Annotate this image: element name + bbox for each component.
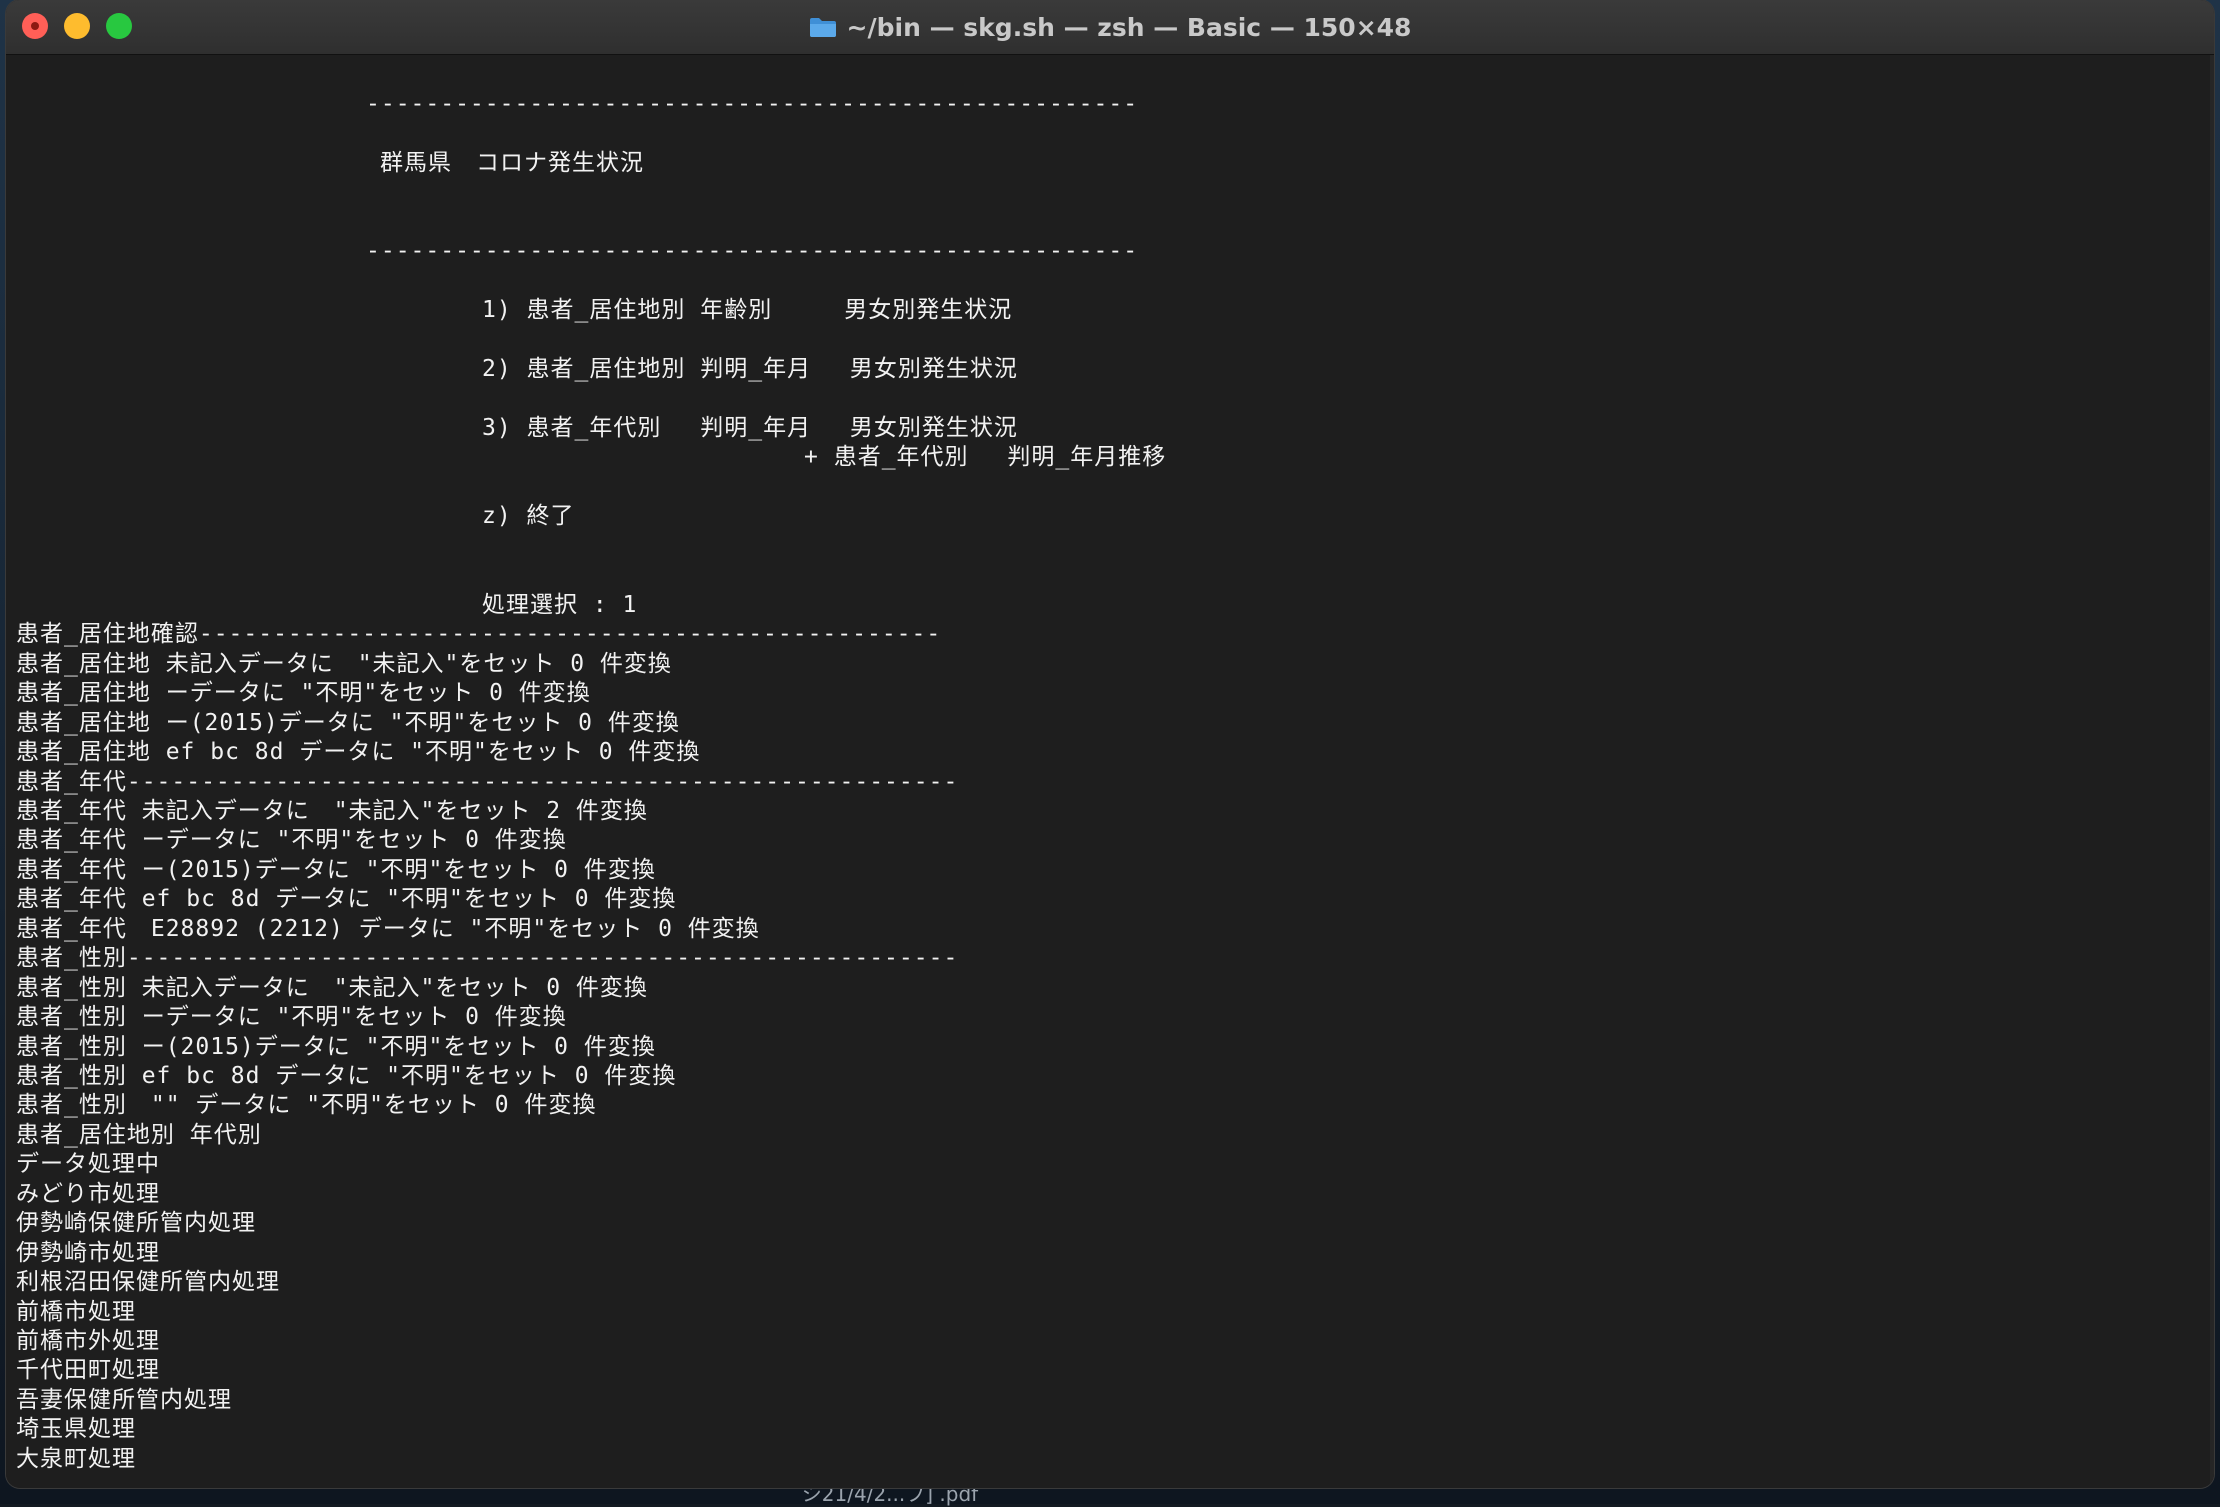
output-line: 埼玉県処理 [16, 1416, 136, 1442]
title-group: ~/bin — skg.sh — zsh — Basic — 150×48 [6, 0, 2214, 54]
output-line: みどり市処理 [16, 1181, 160, 1207]
output-line: データ処理中 [16, 1151, 160, 1177]
output-line: 患者_居住地 ef bc 8d データに "不明"をセット 0 件変換 [16, 739, 701, 765]
output-line: 患者_居住地 未記入データに "未記入"をセット 0 件変換 [16, 651, 672, 677]
output-line: 前橋市処理 [16, 1299, 136, 1325]
window-title: ~/bin — skg.sh — zsh — Basic — 150×48 [846, 12, 1412, 42]
output-line: 大泉町処理 [16, 1446, 136, 1472]
output-line: 患者_性別 ー(2015)データに "不明"をセット 0 件変換 [16, 1034, 656, 1060]
output-line: 吾妻保健所管内処理 [16, 1387, 232, 1413]
output-line: 患者_性別-----------------------------------… [16, 945, 959, 971]
output-line: 患者_居住地確認--------------------------------… [16, 621, 942, 647]
terminal-output[interactable]: ----------------------------------------… [6, 55, 2214, 1488]
output-line: 患者_年代 E28892 (2212) データに "不明"をセット 0 件変換 [16, 916, 760, 942]
output-line: 患者_居住地 ーデータに "不明"をセット 0 件変換 [16, 680, 591, 706]
output-line: 伊勢崎保健所管内処理 [16, 1210, 256, 1236]
output-line: 患者_居住地別 年代別 [16, 1122, 262, 1148]
terminal-scroll-edge[interactable] [2210, 55, 2214, 1488]
selection-prompt: 処理選択 : 1 [482, 592, 638, 618]
output-line: 前橋市外処理 [16, 1328, 160, 1354]
menu-title: 群馬県 コロナ発生状況 [380, 150, 644, 176]
output-line: 利根沼田保健所管内処理 [16, 1269, 280, 1295]
menu-option-3-continued: + 患者_年代別 判明_年月推移 [804, 444, 1167, 470]
output-line: 患者_性別 ーデータに "不明"をセット 0 件変換 [16, 1004, 567, 1030]
menu-option-2: 2) 患者_居住地別 判明_年月 男女別発生状況 [482, 356, 1018, 382]
menu-option-exit: z) 終了 [482, 503, 575, 529]
output-line: 患者_性別 未記入データに "未記入"をセット 0 件変換 [16, 975, 648, 1001]
folder-icon [809, 16, 837, 38]
output-line: 伊勢崎市処理 [16, 1240, 160, 1266]
output-line: 患者_年代 ーデータに "不明"をセット 0 件変換 [16, 827, 567, 853]
output-line: 患者_年代-----------------------------------… [16, 769, 959, 795]
menu-separator-bottom: ----------------------------------------… [366, 238, 1139, 264]
output-line: 患者_性別 ef bc 8d データに "不明"をセット 0 件変換 [16, 1063, 677, 1089]
output-line: 患者_性別 "" データに "不明"をセット 0 件変換 [16, 1092, 597, 1118]
output-line: 患者_居住地 ー(2015)データに "不明"をセット 0 件変換 [16, 710, 680, 736]
output-line: 患者_年代 ー(2015)データに "不明"をセット 0 件変換 [16, 857, 656, 883]
menu-option-1: 1) 患者_居住地別 年齢別 男女別発生状況 [482, 297, 1013, 323]
output-line: 患者_年代 ef bc 8d データに "不明"をセット 0 件変換 [16, 886, 677, 912]
menu-separator-top: ----------------------------------------… [366, 91, 1139, 117]
title-bar[interactable]: ~/bin — skg.sh — zsh — Basic — 150×48 [6, 0, 2214, 55]
output-line: 千代田町処理 [16, 1357, 160, 1383]
terminal-window[interactable]: ~/bin — skg.sh — zsh — Basic — 150×48 --… [6, 0, 2214, 1488]
menu-option-3: 3) 患者_年代別 判明_年月 男女別発生状況 [482, 415, 1018, 441]
output-line: 患者_年代 未記入データに "未記入"をセット 2 件変換 [16, 798, 648, 824]
